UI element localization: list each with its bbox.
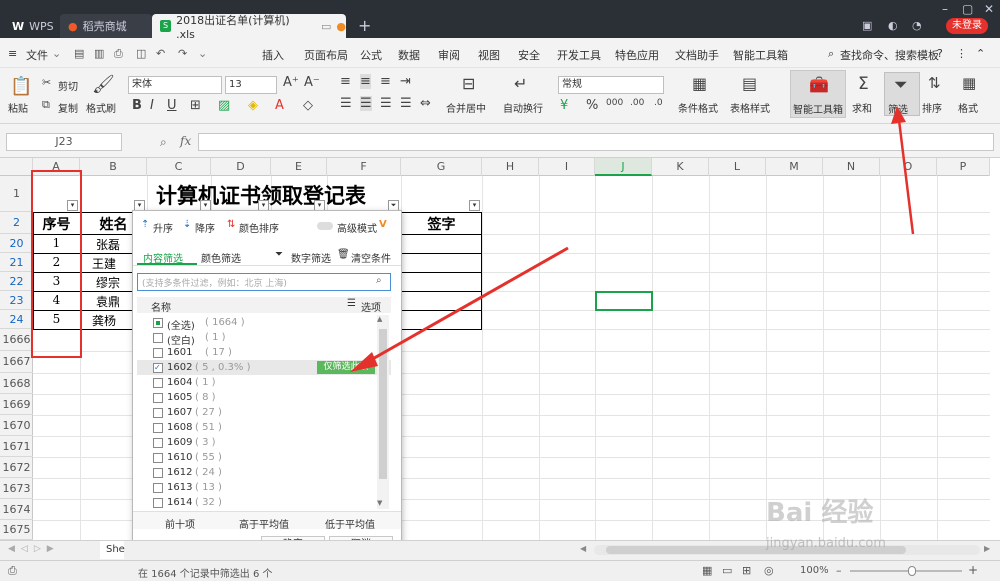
zoom-in-icon[interactable]: + (968, 563, 978, 577)
baidu-watermark-url: jingyan.baidu.com (766, 536, 886, 551)
zoom-level[interactable]: 100% (800, 565, 829, 576)
zoom-slider-thumb[interactable] (908, 566, 916, 576)
scroll-right-icon[interactable]: ▶ (984, 544, 990, 553)
normal-view-icon[interactable]: ▦ (702, 564, 712, 577)
baidu-watermark: Bai 经验 (766, 498, 874, 528)
annotation-arrow-head (891, 106, 906, 124)
macro-icon[interactable]: ⎙ (8, 564, 17, 578)
annotation-arrow-line (361, 246, 569, 367)
reading-mode-icon[interactable]: ◎ (764, 564, 774, 577)
status-bar: ⎙ 在 1664 个记录中筛选出 6 个 ▦ ▭ ⊞ ◎ 100% – + (0, 560, 1000, 581)
zoom-slider[interactable] (850, 566, 962, 576)
zoom-out-icon[interactable]: – (836, 564, 842, 577)
sheet-nav-arrows-icon[interactable]: ◀◁▷▶ (8, 544, 60, 554)
sheet-tab[interactable]: She (100, 541, 125, 559)
scroll-left-icon[interactable]: ◀ (580, 544, 586, 553)
annotation-arrow-line (897, 119, 915, 235)
filter-status-text: 在 1664 个记录中筛选出 6 个 (138, 569, 273, 580)
page-break-icon[interactable]: ⊞ (742, 564, 751, 577)
annotation-arrow-head (350, 352, 378, 372)
page-layout-icon[interactable]: ▭ (722, 564, 732, 577)
